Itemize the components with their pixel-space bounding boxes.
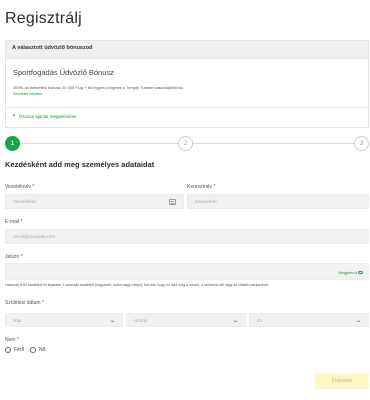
continue-button[interactable]: Folytatás (315, 373, 369, 389)
chevron-down-icon: ⌄ (108, 317, 117, 324)
first-name-label: Keresztnév * (187, 184, 216, 190)
radio-button[interactable] (5, 347, 11, 353)
chevron-right-icon: › (13, 113, 15, 119)
email-placeholder: email@example.com (13, 234, 56, 239)
gender-option-female[interactable]: Nő (30, 347, 45, 353)
stepper-line (193, 143, 354, 144)
gender-label: Nem * (5, 337, 19, 343)
gender-option-male[interactable]: Férfi (5, 347, 24, 353)
radio-button[interactable] (30, 347, 36, 353)
all-offers-label: Összes ajánlat megtekintése (19, 113, 77, 119)
birth-day-select[interactable]: Nap ⌄ (5, 313, 123, 327)
bonus-details-link[interactable]: Részletek letöltése (13, 92, 42, 96)
chevron-down-icon: ⌄ (231, 317, 240, 324)
password-hint: Használj 8-60 karaktert és legalább 1 sp… (5, 283, 270, 287)
first-name-field[interactable]: Keresztnév (187, 194, 369, 209)
first-name-placeholder: Keresztnév (195, 199, 218, 204)
page-title: Regisztrálj (5, 10, 82, 27)
last-name-field[interactable]: Vezetéknév (5, 194, 184, 209)
email-label: E-mail * (5, 219, 23, 225)
id-card-icon (169, 198, 176, 205)
section-title: Kezdésként add meg személyes adataidat (5, 160, 155, 169)
password-field[interactable]: Megjelenít (5, 263, 369, 280)
last-name-placeholder: Vezetéknév (13, 199, 37, 204)
gender-option-label: Férfi (14, 347, 24, 353)
birth-year-placeholder: Év (257, 317, 263, 323)
last-name-label: Vezetéknév * (5, 184, 35, 190)
all-offers-link[interactable]: › Összes ajánlat megtekintése (13, 113, 77, 119)
eye-icon (358, 270, 363, 275)
birth-year-select[interactable]: Év ⌄ (249, 313, 369, 327)
birth-month-select[interactable]: Hónap ⌄ (126, 313, 246, 327)
step-1: 1 (5, 136, 20, 151)
gender-radio-group: Férfi Nő (5, 347, 45, 353)
bonus-card-header: A választott üdvözlő bónuszod (6, 41, 368, 59)
stepper-line (20, 143, 178, 144)
birth-month-placeholder: Hónap (134, 317, 148, 323)
birth-day-placeholder: Nap (13, 317, 22, 323)
step-2: 2 (178, 136, 193, 151)
bonus-card: A választott üdvözlő bónuszod Sportfogad… (5, 40, 369, 128)
chevron-down-icon: ⌄ (354, 317, 363, 324)
gender-option-label: Nő (39, 347, 46, 353)
bonus-description: 100%-os befizetési bónusz 20 000 Ft-ig +… (13, 85, 185, 90)
divider (6, 107, 368, 108)
progress-stepper: 1 2 3 (5, 136, 369, 152)
step-3: 3 (354, 136, 369, 151)
bonus-name: Sportfogadás Üdvözlő Bónusz (13, 68, 114, 77)
email-field[interactable]: email@example.com (5, 229, 369, 244)
show-password-label: Megjelenít (338, 270, 357, 275)
show-password-toggle[interactable]: Megjelenít (339, 270, 363, 275)
birth-date-label: Születési dátum * (5, 300, 44, 306)
password-label: Jelszó * (5, 254, 23, 260)
